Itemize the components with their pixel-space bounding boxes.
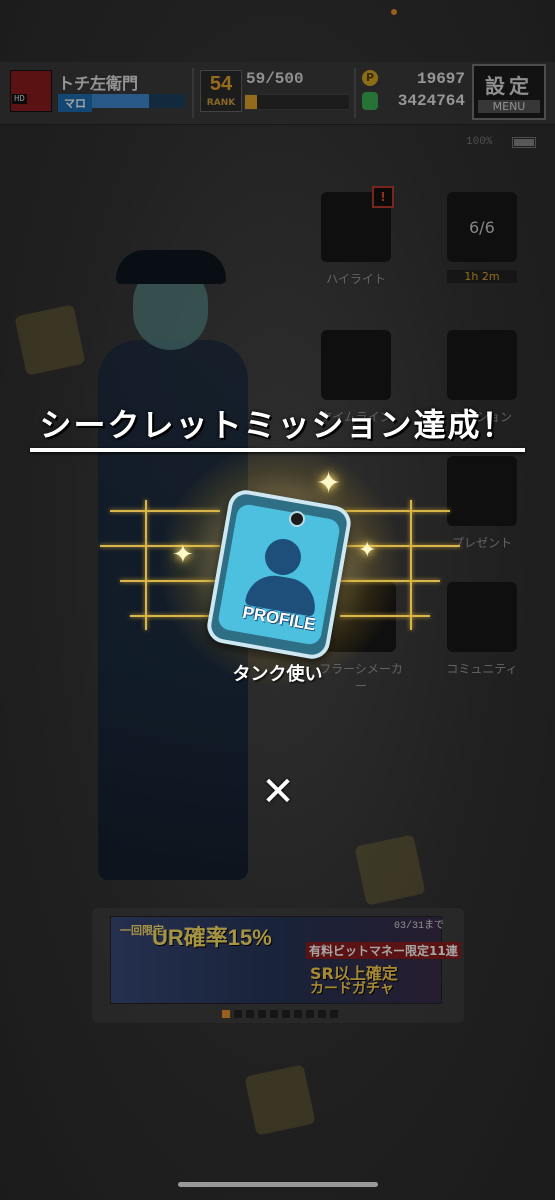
reward-name: タンク使い (232, 664, 323, 685)
sparkle-icon: ✦ (172, 540, 194, 570)
circuit-line (340, 615, 430, 617)
circuit-line (340, 510, 450, 512)
circuit-line (120, 580, 220, 582)
sparkle-icon: ✦ (316, 466, 342, 501)
circuit-line (100, 545, 220, 547)
circuit-line (340, 580, 440, 582)
title-underline (30, 448, 525, 452)
circuit-line (110, 510, 220, 512)
close-button[interactable]: ✕ (258, 772, 298, 812)
profile-tag-icon: PROFILE (204, 487, 354, 662)
circuit-line (130, 615, 220, 617)
circuit-line (410, 500, 412, 630)
sparkle-icon: ✦ (358, 538, 377, 563)
circuit-line (145, 500, 147, 630)
home-indicator[interactable] (178, 1182, 378, 1187)
mission-complete-title: シークレットミッション達成！ (39, 406, 516, 444)
